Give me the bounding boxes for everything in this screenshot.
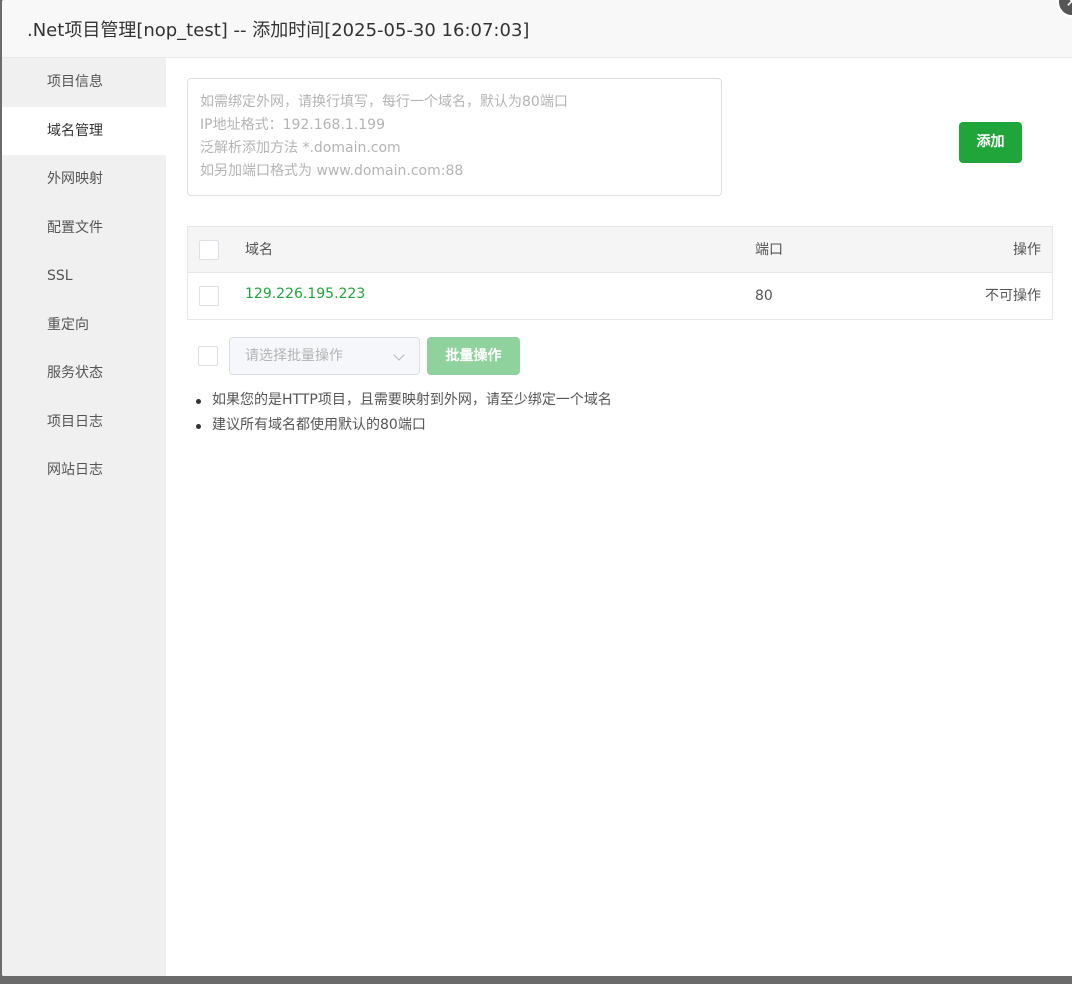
row-operation-status: 不可操作	[985, 288, 1041, 304]
project-dialog: .Net项目管理[nop_test] -- 添加时间[2025-05-30 16…	[2, 0, 1072, 976]
row-port: 80	[755, 288, 773, 304]
sidebar-item-project-log[interactable]: 项目日志	[2, 398, 166, 447]
batch-select-placeholder: 请选择批量操作	[245, 348, 343, 364]
header-operation: 操作	[1013, 242, 1041, 258]
batch-operation-select[interactable]: 请选择批量操作	[229, 337, 420, 375]
header-port: 端口	[755, 242, 783, 258]
tips-list: 如果您的是HTTP项目，且需要映射到外网，请至少绑定一个域名 建议所有域名都使用…	[196, 388, 612, 438]
sidebar-item-ssl[interactable]: SSL	[2, 252, 166, 301]
sidebar-item-project-info[interactable]: 项目信息	[2, 58, 166, 107]
batch-select-all-checkbox[interactable]	[198, 346, 218, 366]
batch-operation-button[interactable]: 批量操作	[427, 337, 520, 375]
header-domain: 域名	[245, 242, 273, 258]
sidebar-item-redirect[interactable]: 重定向	[2, 301, 166, 350]
table-row: 129.226.195.223 80 不可操作	[188, 273, 1052, 319]
select-all-checkbox[interactable]	[199, 240, 219, 260]
dialog-header: .Net项目管理[nop_test] -- 添加时间[2025-05-30 16…	[2, 0, 1072, 58]
tip-item: 如果您的是HTTP项目，且需要映射到外网，请至少绑定一个域名	[196, 388, 612, 413]
domain-input[interactable]: 如需绑定外网，请换行填写，每行一个域名，默认为80端口 IP地址格式：192.1…	[187, 78, 722, 196]
chevron-down-icon	[393, 349, 405, 361]
batch-bar: 请选择批量操作 批量操作	[187, 337, 787, 375]
sidebar-item-site-log[interactable]: 网站日志	[2, 446, 166, 495]
domain-link[interactable]: 129.226.195.223	[245, 273, 365, 319]
main-content: 如需绑定外网，请换行填写，每行一个域名，默认为80端口 IP地址格式：192.1…	[166, 58, 1072, 976]
sidebar-item-domain-management[interactable]: 域名管理	[2, 106, 166, 155]
domain-table: 域名 端口 操作 129.226.195.223 80 不可操作	[187, 226, 1053, 320]
row-checkbox[interactable]	[199, 286, 219, 306]
add-domain-button[interactable]: 添加	[959, 122, 1022, 163]
table-header: 域名 端口 操作	[188, 227, 1052, 273]
dialog-title: .Net项目管理[nop_test] -- 添加时间[2025-05-30 16…	[27, 19, 530, 41]
tip-item: 建议所有域名都使用默认的80端口	[196, 413, 612, 438]
sidebar-item-config-file[interactable]: 配置文件	[2, 204, 166, 253]
sidebar-item-external-mapping[interactable]: 外网映射	[2, 155, 166, 204]
sidebar-item-service-status[interactable]: 服务状态	[2, 349, 166, 398]
sidebar: 项目信息 域名管理 外网映射 配置文件 SSL 重定向 服务状态 项目日志 网站…	[2, 58, 166, 976]
